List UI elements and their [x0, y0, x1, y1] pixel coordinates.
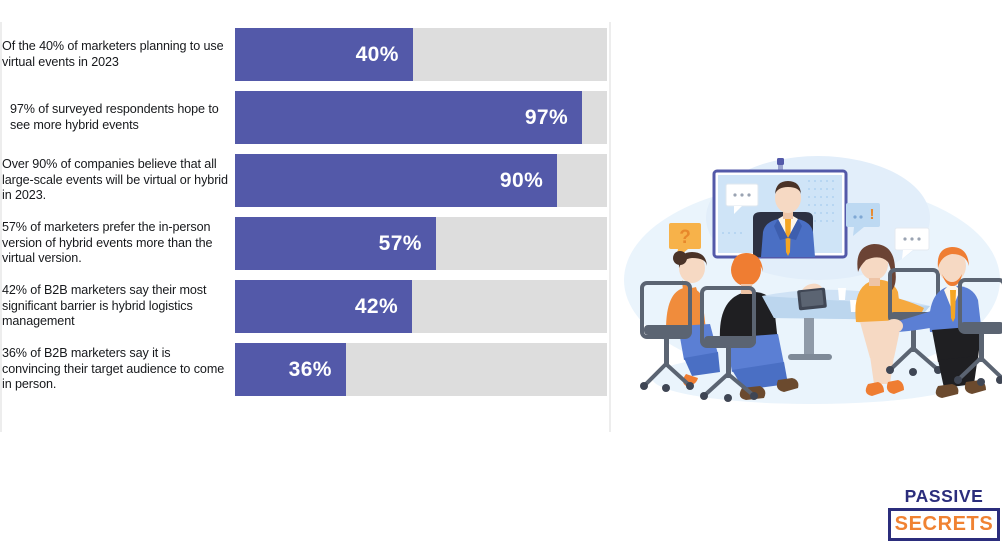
svg-text:?: ? [679, 227, 691, 248]
bar-value-label: 42% [354, 294, 399, 318]
table-row: 42% of B2B marketers say their most sign… [2, 280, 609, 333]
bar-track: 57% [235, 217, 607, 270]
bar-label: 42% of B2B marketers say their most sign… [2, 283, 207, 329]
bar-fill: 57% [235, 217, 436, 270]
bar-label: 57% of marketers prefer the in-person ve… [2, 220, 213, 266]
hybrid-meeting-illustration: ? ! [622, 140, 1002, 408]
bar-label: 97% of surveyed respondents hope to see … [10, 102, 219, 132]
bar-chart: Of the 40% of marketers planning to use … [0, 22, 611, 432]
bar-fill: 40% [235, 28, 413, 81]
bar-track: 42% [235, 280, 607, 333]
bar-label: Over 90% of companies believe that all l… [2, 157, 228, 203]
bar-fill: 42% [235, 280, 413, 333]
table-row: Over 90% of companies believe that all l… [2, 154, 609, 207]
bar-fill: 90% [235, 154, 558, 207]
svg-text:!: ! [870, 206, 875, 223]
bar-value-label: 36% [288, 357, 332, 381]
brand-logo: PASSIVE SECRETS [888, 486, 1000, 541]
bar-track: 97% [235, 91, 607, 144]
bar-fill: 97% [235, 91, 583, 144]
bar-label: 36% of B2B marketers say it is convincin… [2, 346, 225, 392]
infographic-root: Of the 40% of marketers planning to use … [0, 0, 1002, 547]
bar-value-label: 57% [378, 231, 422, 255]
table-row: Of the 40% of marketers planning to use … [2, 28, 609, 81]
table-row: 36% of B2B marketers say it is convincin… [2, 343, 609, 396]
bar-track: 40% [235, 28, 607, 81]
table-row: 57% of marketers prefer the in-person ve… [2, 217, 609, 270]
bar-fill: 36% [235, 343, 346, 396]
bar-track: 36% [235, 343, 607, 396]
bar-label: Of the 40% of marketers planning to use … [2, 39, 224, 69]
logo-box: SECRETS [888, 508, 1000, 541]
logo-bottom-word: SECRETS [894, 513, 994, 535]
logo-top-word: PASSIVE [904, 486, 984, 506]
table-row: 97% of surveyed respondents hope to see … [2, 91, 609, 144]
bar-value-label: 40% [355, 42, 399, 66]
bar-track: 90% [235, 154, 607, 207]
bar-value-label: 97% [524, 105, 569, 129]
bar-value-label: 90% [499, 168, 544, 192]
